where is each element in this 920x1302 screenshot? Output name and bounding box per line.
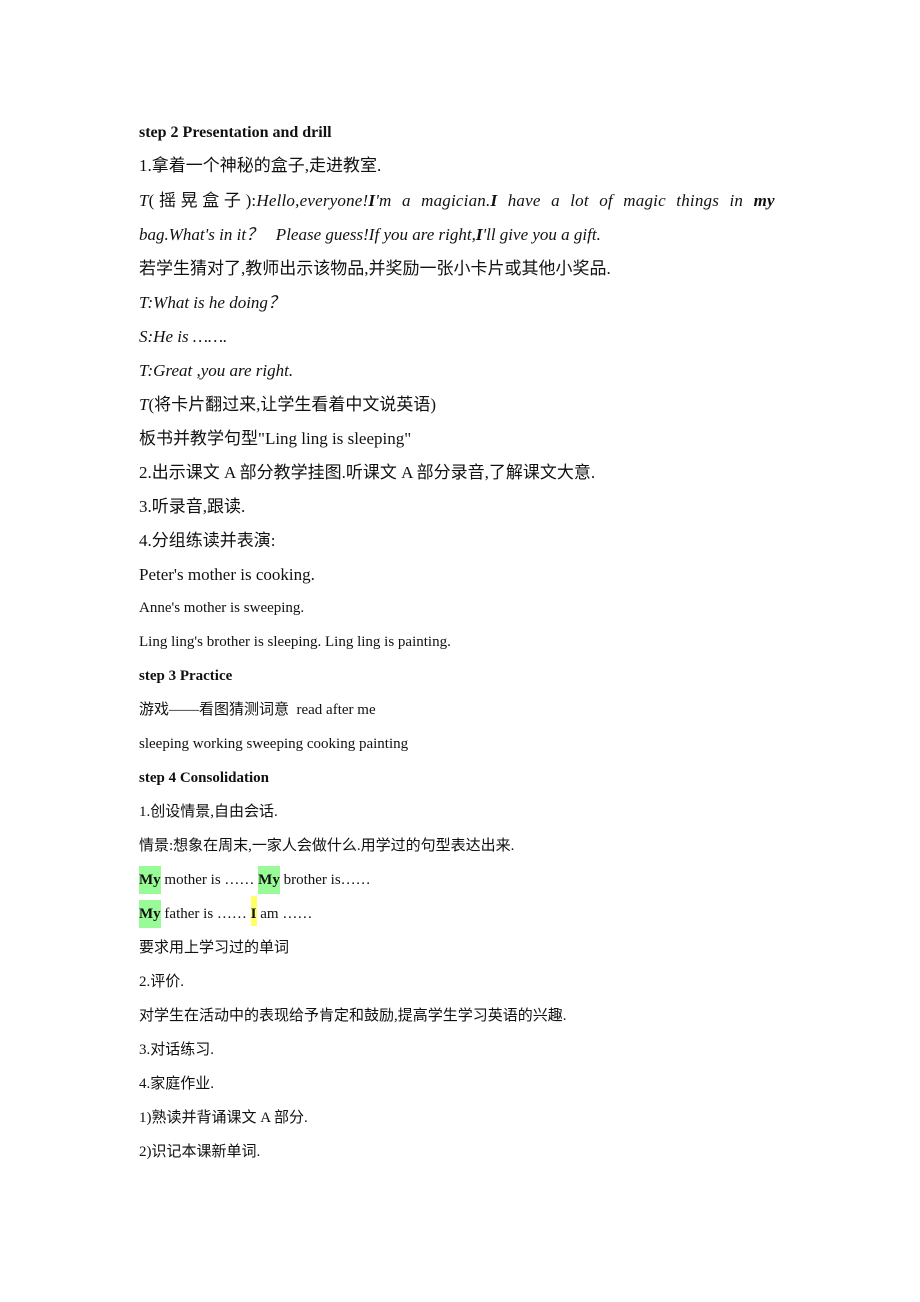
homework-2: 2)识记本课新单词.	[139, 1144, 261, 1160]
practice-sentence-1: Peter's mother is cooking.	[139, 565, 315, 584]
dialog-line-4: T(将卡片翻过来,让学生看着中文说英语)	[139, 396, 436, 413]
teacher-line-1: T( 摇 晃 盒 子 ):Hello,everyone!I'm a magici…	[139, 192, 784, 209]
dialog-line-3: T:Great ,you are right.	[139, 361, 294, 380]
text-span: 'm a magician.	[375, 191, 491, 210]
action-note: ( 摇 晃 盒 子 ):	[148, 191, 257, 210]
text-span: am ……	[256, 906, 313, 922]
pattern-row-1: My mother is …… My brother is……	[139, 866, 371, 894]
step4-evaluation: 对学生在活动中的表现给予肯定和鼓励,提高学生学习英语的兴趣.	[139, 1008, 567, 1024]
text-span: (将卡片翻过来,让学生看着中文说英语)	[148, 395, 437, 414]
board-sentence: 板书并教学句型"Ling ling is sleeping"	[139, 429, 412, 448]
step4-item1: 1.创设情景,自由会话.	[139, 804, 278, 820]
homework-1: 1)熟读并背诵课文 A 部分.	[139, 1110, 308, 1126]
text-span: father is ……	[160, 906, 251, 922]
step2-heading: step 2 Presentation and drill	[139, 124, 332, 141]
text-span: mother is ……	[160, 872, 259, 888]
practice-sentence-2: Anne's mother is sweeping.	[139, 600, 305, 616]
highlighted-my: My	[258, 866, 280, 894]
highlighted-my: My	[139, 866, 161, 894]
step4-item3: 3.对话练习.	[139, 1042, 215, 1058]
step4-heading: step 4 Consolidation	[139, 770, 270, 786]
step4-item4: 4.家庭作业.	[139, 1076, 215, 1092]
step4-item2: 2.评价.	[139, 974, 185, 990]
step4-requirement: 要求用上学习过的单词	[139, 940, 290, 956]
text-span: bag.What's in it？ Please guess!If you ar…	[139, 225, 476, 244]
step2-item2: 2.出示课文 A 部分教学挂图.听课文 A 部分录音,了解课文大意.	[139, 463, 596, 482]
step2-note: 若学生猜对了,教师出示该物品,并奖励一张小卡片或其他小奖品.	[139, 259, 611, 278]
teacher-line-2: bag.What's in it？ Please guess!If you ar…	[139, 226, 601, 243]
dialog-line-2: S:He is …….	[139, 327, 228, 346]
dialog-line-1: T:What is he doing？	[139, 293, 285, 312]
step3-heading: step 3 Practice	[139, 668, 233, 684]
speaker-t: T	[139, 191, 149, 210]
text-span: Hello,everyone!	[256, 191, 369, 210]
step3-words: sleeping working sweeping cooking painti…	[139, 736, 409, 752]
step4-scene: 情景:想象在周末,一家人会做什么.用学过的句型表达出来.	[139, 838, 515, 854]
text-span: have a lot of magic things in	[497, 191, 754, 210]
step2-item4: 4.分组练读并表演:	[139, 531, 276, 550]
bold-span: my	[753, 191, 775, 210]
step2-item1: 1.拿着一个神秘的盒子,走进教室.	[139, 156, 382, 175]
pattern-row-2: My father is …… I am ……	[139, 896, 313, 928]
step3-game: 游戏——看图猜测词意 read after me	[139, 702, 376, 718]
step2-item3: 3.听录音,跟读.	[139, 497, 246, 516]
text-span: brother is……	[279, 872, 371, 888]
text-span: 'll give you a gift.	[482, 225, 601, 244]
practice-sentence-3: Ling ling's brother is sleeping. Ling li…	[139, 634, 451, 650]
highlighted-my: My	[139, 900, 161, 928]
